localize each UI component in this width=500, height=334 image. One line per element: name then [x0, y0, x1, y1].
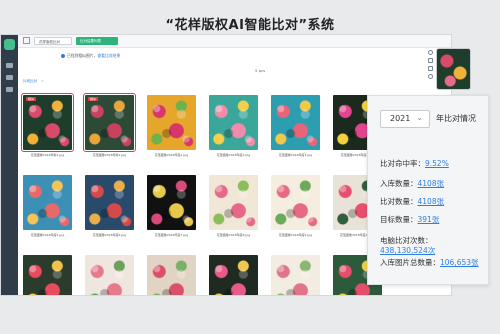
- grid-view-icon[interactable]: [428, 58, 433, 63]
- tab-flower-compare[interactable]: 花样版权比对: [34, 37, 72, 45]
- thumbnail-caption: 花型图像2018年新1.jpg: [30, 153, 65, 157]
- pattern-thumbnail[interactable]: [209, 255, 258, 295]
- thumbnail-card[interactable]: [85, 255, 134, 295]
- thumbnail-card[interactable]: 花型图像2018年度9.jpg: [271, 175, 320, 237]
- thumbnail-card[interactable]: 花型图像2018年度6.jpg: [85, 175, 134, 237]
- sidebar-nav-icon-2[interactable]: [6, 75, 13, 80]
- thumbnail-card[interactable]: 花型图像2018年度8.jpg: [209, 175, 258, 237]
- thumbnail-caption: 花型图像2018年新2.jpg: [92, 153, 127, 157]
- tab-compare-results[interactable]: 比对结果列表: [76, 37, 118, 45]
- sidebar-nav-icon-1[interactable]: [6, 63, 13, 68]
- thumbnail-card[interactable]: 花型图像2018年度7.jpg: [147, 175, 196, 237]
- stat-label: 入库数量：: [380, 179, 418, 188]
- stats-panel: 2021 ⌄ 年比对情况 比对命中率：9.52% 入库数量：4108张 比对数量：4…: [367, 95, 489, 285]
- pattern-thumbnail[interactable]: [209, 175, 258, 230]
- stat-row: 比对数量：4108张: [380, 196, 444, 207]
- stat-row: 比对命中率：9.52%: [380, 158, 449, 169]
- pattern-thumbnail[interactable]: [85, 175, 134, 230]
- result-notice: 已找到相似图片，查看比对结果: [61, 53, 120, 59]
- top-tab-bar: 花样版权比对 比对结果列表: [18, 35, 451, 48]
- stat-value[interactable]: 9.52%: [425, 159, 449, 168]
- stat-label: 目标数量：: [380, 215, 418, 224]
- thumbnail-caption: 花型图像2018年度3.jpg: [278, 153, 313, 157]
- thumbnail-card[interactable]: 花型图像2018年度3.jpg: [271, 95, 320, 157]
- pattern-thumbnail[interactable]: [147, 255, 196, 295]
- stat-row: 电脑比对次数： 438,130,524次: [380, 236, 435, 256]
- pattern-thumbnail[interactable]: [147, 95, 196, 150]
- thumbnail-caption: 花型图像2018年度2.jpg: [216, 153, 251, 157]
- settings-icon[interactable]: [428, 66, 433, 71]
- home-icon[interactable]: [23, 37, 30, 44]
- page-title: “花样版权AI智能比对”系统: [165, 18, 335, 33]
- year-value: 2021: [390, 114, 411, 123]
- thumbnail-caption: 花型图像2018年度6.jpg: [92, 233, 127, 237]
- similar-tag: 相似: [26, 97, 37, 101]
- chevron-down-icon: ⌄: [416, 113, 423, 122]
- info-icon: [61, 54, 65, 58]
- stat-label: 入库图片总数量：: [380, 258, 440, 267]
- pattern-thumbnail[interactable]: [85, 255, 134, 295]
- sidebar: [1, 35, 18, 295]
- thumbnail-caption: 花型图像2018年度8.jpg: [216, 233, 251, 237]
- thumbnail-card[interactable]: 花型图像2018年度5.jpg: [23, 175, 72, 237]
- pattern-thumbnail[interactable]: [271, 95, 320, 150]
- thumbnail-card[interactable]: 花型图像2018年度1.jpg: [147, 95, 196, 157]
- pattern-thumbnail[interactable]: [83, 93, 136, 152]
- stat-row: 目标数量：391张: [380, 214, 439, 225]
- stat-value[interactable]: 4108张: [418, 197, 445, 206]
- pattern-thumbnail[interactable]: [23, 255, 72, 295]
- refresh-icon[interactable]: [428, 74, 433, 79]
- stat-row: 入库图片总数量：106,653张: [380, 258, 479, 268]
- breadcrumb-item[interactable]: 片段比对: [23, 79, 37, 83]
- pattern-thumbnail[interactable]: [209, 95, 258, 150]
- breadcrumb: 片段比对 >: [23, 79, 44, 83]
- thumbnail-card[interactable]: [271, 255, 320, 295]
- thumbnail-card[interactable]: [147, 255, 196, 295]
- pattern-thumbnail[interactable]: [147, 175, 196, 230]
- similar-tag: 相似: [88, 97, 99, 101]
- stat-label: 比对命中率：: [380, 159, 425, 168]
- result-count: 5 pcs: [255, 68, 266, 73]
- thumbnail-caption: 花型图像2018年度9.jpg: [278, 233, 313, 237]
- stat-value[interactable]: 391张: [418, 215, 440, 224]
- image-grid: 相似 花型图像2018年新1.jpg 相似 花型图像2018年新2.jpg 花型图像20…: [21, 93, 382, 295]
- thumbnail-caption: 花型图像2018年度7.jpg: [154, 233, 189, 237]
- help-icon[interactable]: [428, 50, 433, 55]
- thumbnail-card[interactable]: [23, 255, 72, 295]
- pattern-thumbnail[interactable]: [21, 93, 74, 152]
- thumbnail-caption: 花型图像2018年度1.jpg: [154, 153, 189, 157]
- view-results-link[interactable]: 查看比对结果: [97, 53, 120, 58]
- thumbnail-caption: 花型图像2018年度5.jpg: [30, 233, 65, 237]
- stat-label: 比对数量：: [380, 197, 418, 206]
- query-image-preview[interactable]: [436, 48, 471, 90]
- pattern-thumbnail[interactable]: [271, 255, 320, 295]
- app-logo-icon: [4, 39, 15, 50]
- thumbnail-card[interactable]: 花型图像2018年度2.jpg: [209, 95, 258, 157]
- thumbnail-card[interactable]: 相似花型图像2018年新1.jpg: [21, 93, 74, 157]
- pattern-thumbnail[interactable]: [271, 175, 320, 230]
- stat-row: 入库数量：4108张: [380, 178, 444, 189]
- stat-value[interactable]: 4108张: [418, 179, 445, 188]
- sidebar-nav-icon-3[interactable]: [6, 87, 13, 92]
- pattern-thumbnail[interactable]: [23, 175, 72, 230]
- thumbnail-card[interactable]: 相似花型图像2018年新2.jpg: [83, 93, 136, 157]
- year-label: 年比对情况: [436, 114, 476, 123]
- stat-value[interactable]: 438,130,524次: [380, 246, 435, 255]
- stat-value[interactable]: 106,653张: [440, 258, 479, 267]
- stat-label: 电脑比对次数：: [380, 236, 433, 245]
- year-select[interactable]: 2021 ⌄: [380, 110, 430, 128]
- thumbnail-card[interactable]: [209, 255, 258, 295]
